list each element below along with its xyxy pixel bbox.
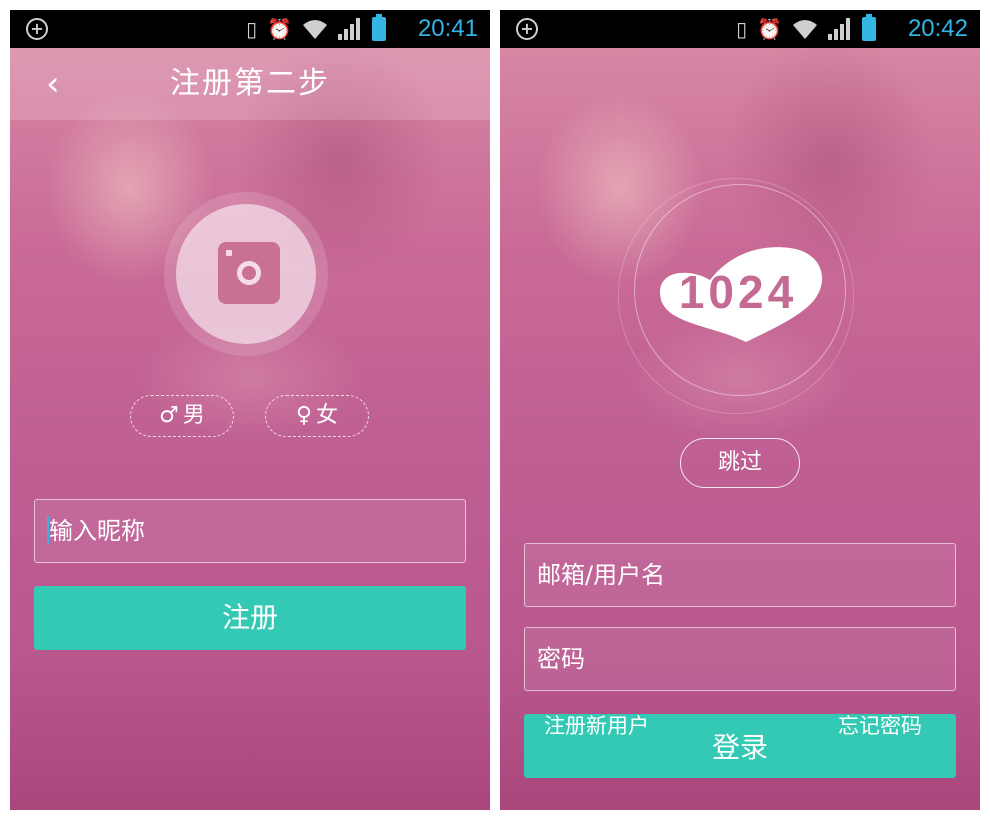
clock: 20:42 [907, 15, 968, 42]
wifi-icon [793, 20, 817, 39]
gender-female-label: 女 [316, 403, 339, 428]
nickname-placeholder: 输入昵称 [49, 517, 145, 545]
battery-icon [372, 14, 386, 41]
username-input[interactable]: 邮箱/用户名 [524, 543, 956, 607]
app-logo: 1024 [660, 247, 823, 342]
wifi-icon [303, 20, 327, 39]
battery-icon [862, 14, 876, 41]
text-cursor [47, 516, 49, 544]
gender-male-label: 男 [182, 403, 205, 428]
camera-icon[interactable] [218, 242, 280, 304]
male-icon: ♂ [159, 403, 179, 428]
register-new-user-link[interactable]: 注册新用户 [544, 712, 649, 740]
plus-circle-icon: + [516, 18, 538, 40]
alarm-icon: ⏰ [757, 17, 782, 41]
logo-text: 1024 [679, 266, 797, 318]
status-bar: + ▯ ⏰ 20:41 [10, 10, 490, 48]
gender-male-button[interactable]: ♂ 男 [130, 395, 234, 437]
gender-female-button[interactable]: ♀ 女 [265, 395, 369, 437]
password-input[interactable]: 密码 [524, 627, 956, 691]
signal-icon [338, 18, 362, 40]
register-screen: + ▯ ⏰ 20:41 注册第二步 ‹ ♂ 男 ♀ 女 输入昵称 注册 [10, 10, 490, 810]
register-button[interactable]: 注册 [34, 586, 466, 650]
skip-button[interactable]: 跳过 [680, 438, 800, 488]
vibrate-icon: ▯ [736, 17, 748, 41]
login-screen: + ▯ ⏰ 20:42 1024 跳过 邮箱/用户名 密码 登录 注册新用户 忘… [500, 10, 980, 810]
female-icon: ♀ [295, 403, 313, 428]
signal-icon [828, 18, 852, 40]
title-bar: 注册第二步 ‹ [10, 48, 490, 120]
alarm-icon: ⏰ [267, 17, 292, 41]
plus-circle-icon: + [26, 18, 48, 40]
vibrate-icon: ▯ [246, 17, 258, 41]
clock: 20:41 [417, 15, 478, 42]
back-icon[interactable]: ‹ [46, 62, 86, 106]
forgot-password-link[interactable]: 忘记密码 [838, 712, 922, 740]
status-bar: + ▯ ⏰ 20:42 [500, 10, 980, 48]
nickname-input[interactable]: 输入昵称 [34, 499, 466, 563]
